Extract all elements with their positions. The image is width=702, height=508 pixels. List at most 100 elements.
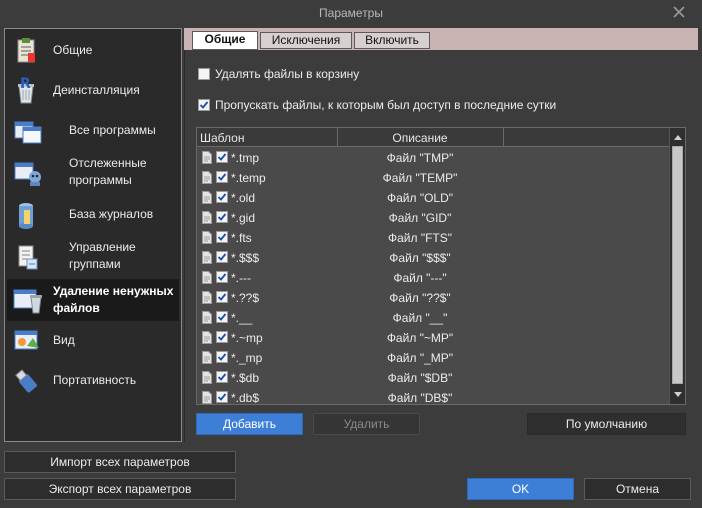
row-checkbox[interactable] <box>216 351 228 363</box>
sidebar-item-view[interactable]: Вид <box>7 321 179 359</box>
table-row[interactable]: *.--- Файл "---" <box>197 268 669 288</box>
scroll-thumb[interactable] <box>672 146 683 384</box>
group-document-icon <box>11 242 41 272</box>
description-cell: Файл "~MP" <box>386 331 454 345</box>
list-header: Шаблон Описание <box>197 128 669 147</box>
row-checkbox[interactable] <box>216 391 228 403</box>
usb-drive-icon <box>11 366 41 396</box>
table-row[interactable]: *.old Файл "OLD" <box>197 188 669 208</box>
sidebar-item-all-programs[interactable]: Все программы <box>7 111 179 149</box>
table-row[interactable]: *.__ Файл "__" <box>197 308 669 328</box>
file-icon <box>202 151 212 164</box>
column-divider <box>337 128 338 147</box>
database-icon <box>11 200 41 230</box>
description-cell: Файл "FTS" <box>387 231 453 245</box>
pattern-cell: *.~mp <box>231 331 263 345</box>
table-row[interactable]: *.gid Файл "GID" <box>197 208 669 228</box>
sidebar-item-junk-files[interactable]: Удаление ненужных файлов <box>7 279 179 321</box>
row-checkbox[interactable] <box>216 311 228 323</box>
option-label: Пропускать файлы, к которым был доступ в… <box>215 98 557 112</box>
cancel-button[interactable]: Отмена <box>584 478 691 500</box>
scroll-down-arrow-icon[interactable] <box>670 387 685 403</box>
option-skip-recent[interactable]: Пропускать файлы, к которым был доступ в… <box>198 98 556 112</box>
add-button[interactable]: Добавить <box>196 413 303 435</box>
sidebar-item-label: Портативность <box>53 372 137 387</box>
file-icon <box>202 191 212 204</box>
defaults-button[interactable]: По умолчанию <box>527 413 686 435</box>
sidebar-item-logs-database[interactable]: База журналов <box>7 195 179 233</box>
row-checkbox[interactable] <box>216 291 228 303</box>
column-header-description[interactable]: Описание <box>365 131 475 145</box>
sidebar-item-label: Управление группами <box>69 240 136 271</box>
table-row[interactable]: *.$db Файл "$DB" <box>197 368 669 388</box>
column-divider <box>503 128 504 147</box>
row-checkbox[interactable] <box>216 231 228 243</box>
recycle-bin-icon: R <box>11 76 41 106</box>
row-checkbox[interactable] <box>216 171 228 183</box>
description-cell: Файл "DB$" <box>387 391 453 405</box>
junk-patterns-list[interactable]: Шаблон Описание *.tmp Файл "TMP" *.temp Фай… <box>196 127 686 405</box>
row-checkbox[interactable] <box>216 331 228 343</box>
row-checkbox[interactable] <box>216 271 228 283</box>
tab-general[interactable]: Общие <box>192 31 258 50</box>
sidebar-item-portability[interactable]: Портативность <box>7 361 179 399</box>
table-row[interactable]: *._mp Файл "_MP" <box>197 348 669 368</box>
description-cell: Файл "TEMP" <box>382 171 458 185</box>
sidebar-item-label: Общие <box>53 42 93 57</box>
sidebar-item-label: Вид <box>53 332 75 347</box>
remove-button[interactable]: Удалить <box>313 413 420 435</box>
pattern-cell: *.--- <box>231 271 251 285</box>
pattern-cell: *.$$$ <box>231 251 260 265</box>
import-settings-button[interactable]: Импорт всех параметров <box>4 451 236 473</box>
row-checkbox[interactable] <box>216 251 228 263</box>
sidebar-item-general[interactable]: Общие <box>7 31 179 69</box>
row-checkbox[interactable] <box>216 371 228 383</box>
sidebar-item-monitored-programs[interactable]: Отслеженные программы <box>7 153 179 191</box>
scroll-up-arrow-icon[interactable] <box>670 129 685 145</box>
file-icon <box>202 231 212 244</box>
column-header-pattern[interactable]: Шаблон <box>200 131 244 145</box>
pattern-cell: *.$db <box>231 371 260 385</box>
file-icon <box>202 211 212 224</box>
table-row[interactable]: *.tmp Файл "TMP" <box>197 148 669 168</box>
row-checkbox[interactable] <box>216 191 228 203</box>
close-icon[interactable] <box>670 3 688 21</box>
sidebar-item-label: Деинсталляция <box>53 82 140 97</box>
pattern-cell: *.temp <box>231 171 266 185</box>
pattern-cell: *.fts <box>231 231 252 245</box>
option-recycle-bin[interactable]: Удалять файлы в корзину <box>198 67 359 81</box>
description-cell: Файл "$DB" <box>387 371 453 385</box>
table-row[interactable]: *.$$$ Файл "$$$" <box>197 248 669 268</box>
sidebar-item-group-management[interactable]: Управление группами <box>7 237 179 275</box>
clipboard-icon <box>11 36 41 66</box>
appearance-icon <box>11 326 41 356</box>
pattern-cell: *.??$ <box>231 291 260 305</box>
recycle-bin-checkbox[interactable] <box>198 68 210 80</box>
export-settings-button[interactable]: Экспорт всех параметров <box>4 478 236 500</box>
row-checkbox[interactable] <box>216 151 228 163</box>
sidebar-item-label: База журналов <box>69 206 154 221</box>
tab-include[interactable]: Включить <box>354 32 430 49</box>
file-icon <box>202 251 212 264</box>
description-cell: Файл "??$" <box>389 291 451 305</box>
table-row[interactable]: *.??$ Файл "??$" <box>197 288 669 308</box>
table-row[interactable]: *.db$ Файл "DB$" <box>197 388 669 405</box>
pattern-cell: *.__ <box>231 311 253 325</box>
table-row[interactable]: *.~mp Файл "~MP" <box>197 328 669 348</box>
sidebar-item-label: Удаление ненужных файлов <box>53 284 174 315</box>
file-icon <box>202 271 212 284</box>
row-checkbox[interactable] <box>216 211 228 223</box>
ok-button[interactable]: OK <box>467 478 574 500</box>
file-icon <box>202 391 212 404</box>
table-row[interactable]: *.fts Файл "FTS" <box>197 228 669 248</box>
vertical-scrollbar[interactable] <box>669 128 685 404</box>
pattern-cell: *.tmp <box>231 151 260 165</box>
tab-exclusions[interactable]: Исключения <box>260 32 352 49</box>
settings-sidebar: Общие R Деинсталляция Все программы Отсл… <box>4 28 182 442</box>
skip-recent-checkbox[interactable] <box>198 99 210 111</box>
table-row[interactable]: *.temp Файл "TEMP" <box>197 168 669 188</box>
file-icon <box>202 371 212 384</box>
pattern-cell: *.gid <box>231 211 256 225</box>
sidebar-item-uninstall[interactable]: R Деинсталляция <box>7 71 179 109</box>
file-icon <box>202 171 212 184</box>
